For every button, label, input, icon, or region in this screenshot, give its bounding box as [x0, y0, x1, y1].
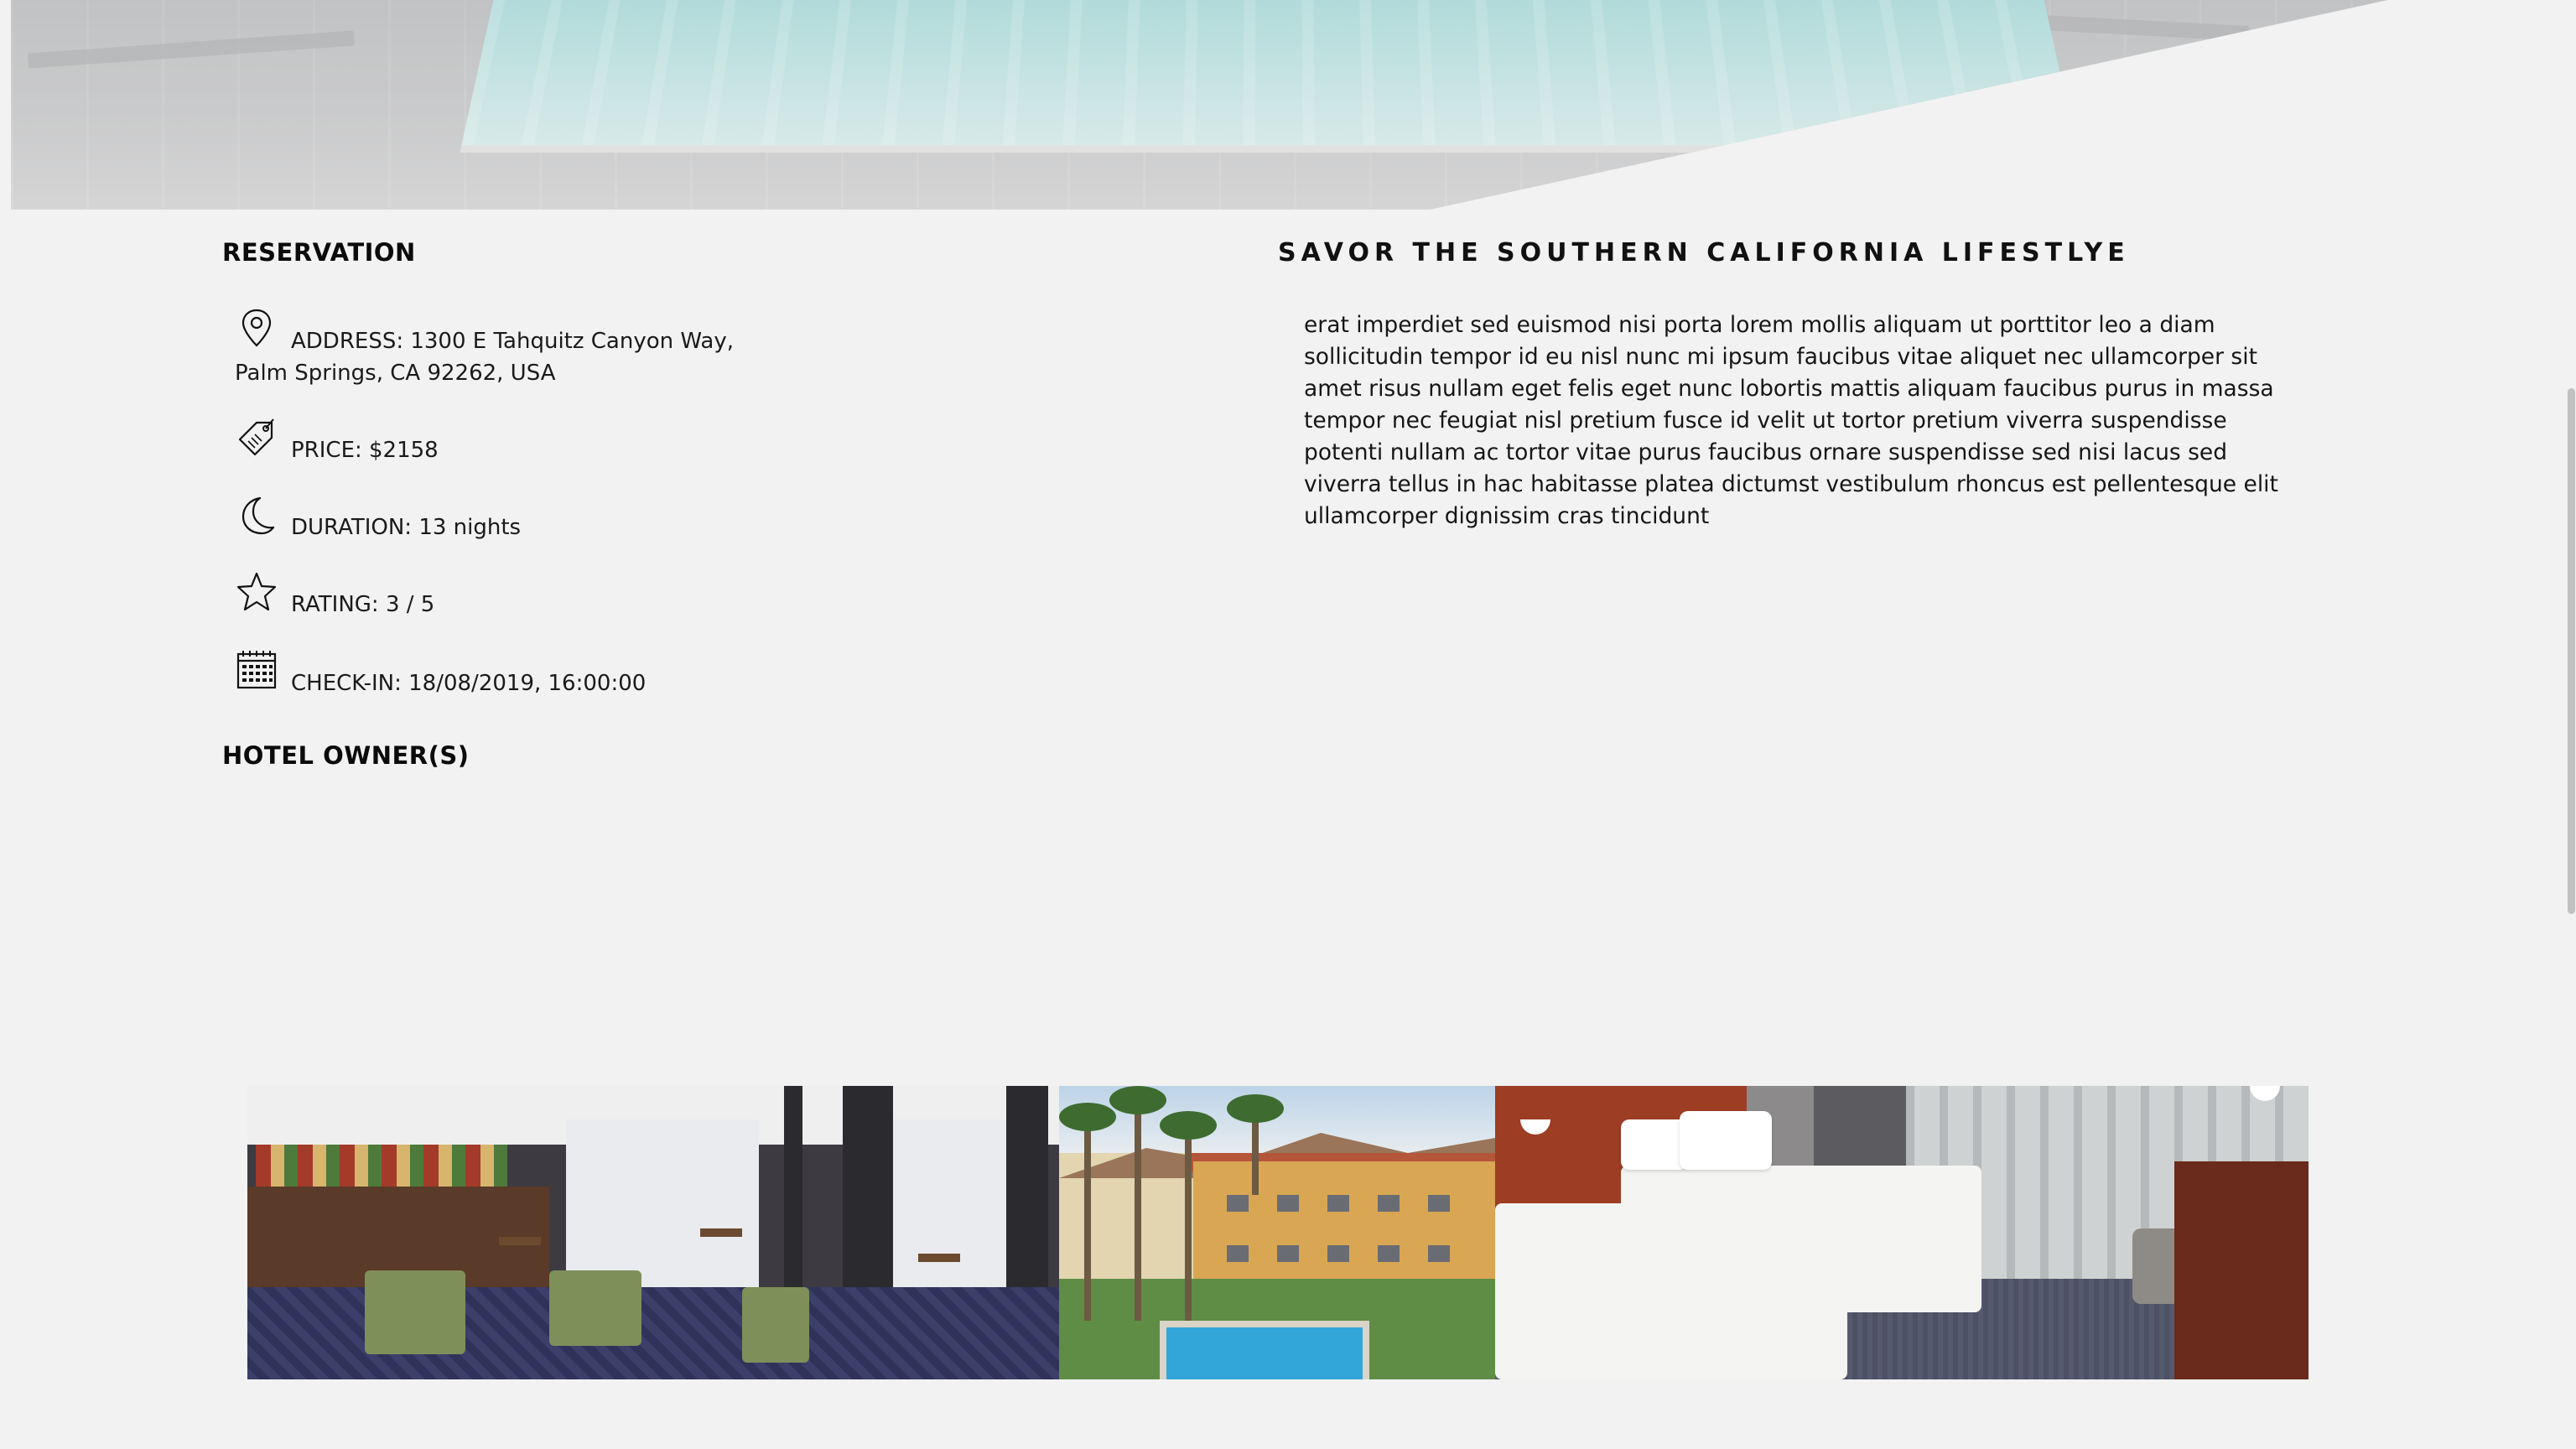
address-line-2: Palm Springs, CA 92262, USA — [235, 357, 788, 389]
lobby-armchair — [365, 1270, 465, 1354]
lobby-armchair — [549, 1270, 641, 1346]
guest-room-photo[interactable] — [1495, 1086, 2309, 1379]
lobby-table — [700, 1228, 742, 1237]
checkin-text: CHECK-IN: 18/08/2019, 16:00:00 — [235, 647, 788, 699]
courtyard-window — [1277, 1245, 1299, 1262]
lifestyle-heading: SAVOR THE SOUTHERN CALIFORNIA LIFESTLYE — [1278, 238, 2130, 267]
courtyard-window — [1227, 1245, 1249, 1262]
courtyard-window — [1277, 1195, 1299, 1212]
reservation-heading: RESERVATION — [222, 238, 416, 267]
moon-icon — [235, 493, 278, 537]
star-icon — [235, 570, 278, 614]
palm-tree — [1185, 1128, 1192, 1321]
courtyard-window — [1327, 1245, 1349, 1262]
pillow — [1680, 1111, 1772, 1170]
address-line-1: ADDRESS: 1300 E Tahquitz Canyon Way, — [235, 307, 788, 357]
courtyard-window — [1428, 1195, 1450, 1212]
lobby-photo[interactable] — [247, 1086, 1059, 1379]
photo-gallery[interactable] — [247, 1086, 2309, 1379]
duration-text: DURATION: 13 nights — [235, 493, 788, 543]
lobby-table — [918, 1254, 960, 1262]
lobby-table — [499, 1237, 541, 1245]
vertical-scrollbar[interactable] — [2566, 0, 2576, 1449]
pillow — [1621, 1119, 1688, 1170]
hero-pool-image — [11, 0, 2387, 210]
palm-tree — [1084, 1119, 1091, 1321]
checkin-row: CHECK-IN: 18/08/2019, 16:00:00 — [235, 647, 788, 699]
calendar-icon — [235, 647, 278, 691]
location-pin-icon — [235, 307, 278, 351]
desk — [2174, 1161, 2309, 1379]
scrollbar-thumb[interactable] — [2568, 388, 2575, 914]
courtyard-window — [1378, 1195, 1400, 1212]
address-row: ADDRESS: 1300 E Tahquitz Canyon Way, Pal… — [235, 307, 788, 389]
hotel-detail-page: RESERVATION ADDRESS: 1300 E Tahquitz Can… — [0, 0, 2576, 1449]
courtyard-photo[interactable] — [1059, 1086, 1495, 1379]
price-tag-icon — [235, 416, 278, 460]
courtyard-window — [1227, 1195, 1249, 1212]
lobby-armchair — [742, 1287, 809, 1363]
rating-row: RATING: 3 / 5 — [235, 570, 788, 621]
courtyard-pool — [1160, 1321, 1369, 1379]
courtyard-window — [1378, 1245, 1400, 1262]
hero-overlay — [11, 0, 2387, 210]
price-text: PRICE: $2158 — [235, 416, 788, 466]
price-row: PRICE: $2158 — [235, 416, 788, 466]
courtyard-window — [1327, 1195, 1349, 1212]
palm-tree — [1252, 1111, 1259, 1195]
rating-text: RATING: 3 / 5 — [235, 570, 788, 621]
duration-row: DURATION: 13 nights — [235, 493, 788, 543]
bed — [1495, 1203, 1847, 1379]
courtyard-window — [1428, 1245, 1450, 1262]
lifestyle-description: erat imperdiet sed euismod nisi porta lo… — [1304, 309, 2310, 532]
palm-tree — [1135, 1103, 1141, 1321]
hotel-owners-heading: HOTEL OWNER(S) — [222, 741, 470, 770]
